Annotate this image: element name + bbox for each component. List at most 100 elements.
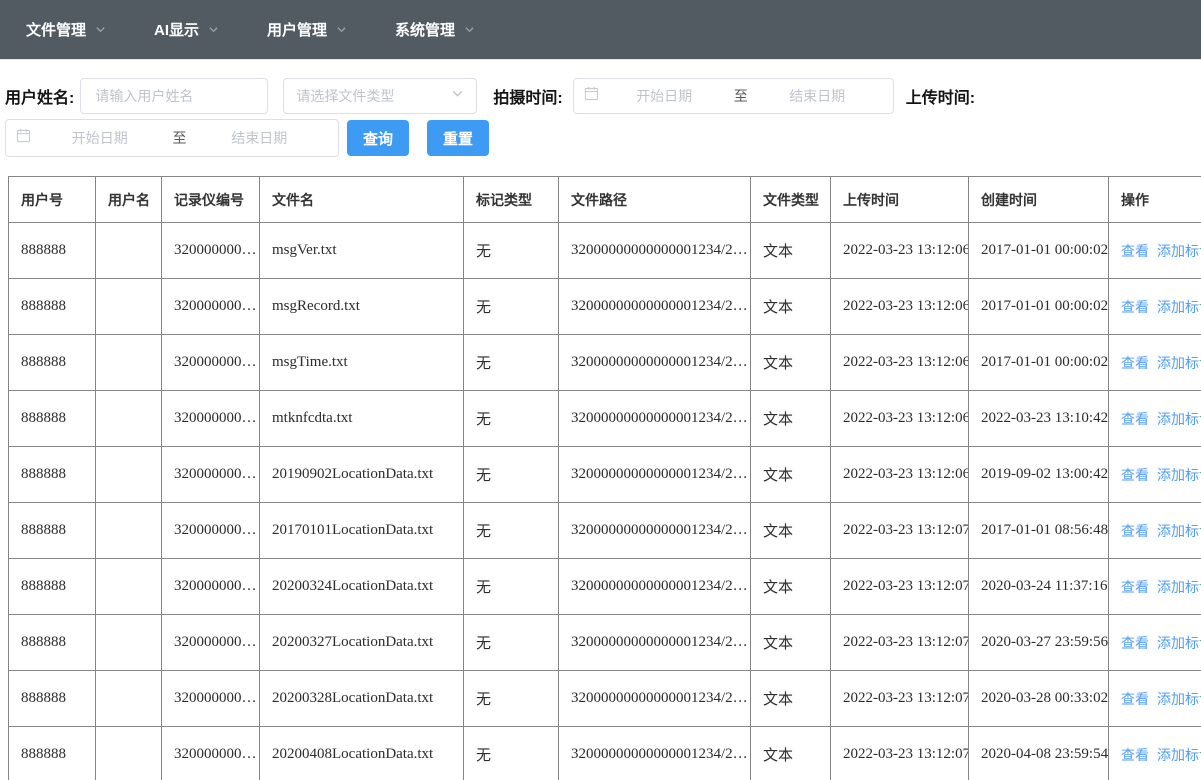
cell-file-path: 32000000000000001234/2… <box>558 446 751 503</box>
view-link[interactable]: 查看 <box>1121 355 1149 371</box>
cell-upload-time: 2022-03-23 13:12:06 <box>830 446 969 503</box>
cell-user-name <box>95 334 162 391</box>
chevron-down-icon <box>95 24 106 35</box>
cell-file-name: 20190902LocationData.txt <box>259 446 464 503</box>
cell-mark-type: 无 <box>463 614 559 671</box>
table-row: 888888 320000000… 20200328LocationData.txt… <box>8 670 1201 727</box>
nav-item-file-management[interactable]: 文件管理 <box>18 0 114 59</box>
cell-mark-type: 无 <box>463 670 559 727</box>
view-link[interactable]: 查看 <box>1121 299 1149 315</box>
cell-file-name: 20200324LocationData.txt <box>259 558 464 615</box>
cell-operation: 查看添加标记 <box>1108 390 1201 447</box>
cell-file-name: 20200327LocationData.txt <box>259 614 464 671</box>
add-mark-link[interactable]: 添加标记 <box>1157 467 1201 483</box>
add-mark-link[interactable]: 添加标记 <box>1157 579 1201 595</box>
view-link[interactable]: 查看 <box>1121 635 1149 651</box>
cell-file-name: msgVer.txt <box>259 222 464 279</box>
add-mark-link[interactable]: 添加标记 <box>1157 747 1201 763</box>
cell-file-name: 20200408LocationData.txt <box>259 726 464 780</box>
view-link[interactable]: 查看 <box>1121 523 1149 539</box>
cell-create-time: 2017-01-01 08:56:48 <box>968 502 1109 559</box>
file-type-select[interactable]: 请选择文件类型 <box>283 78 478 114</box>
add-mark-link[interactable]: 添加标记 <box>1157 411 1201 427</box>
column-header-recorder-no: 记录仪编号 <box>161 176 260 223</box>
filter-panel: 用户姓名: 请选择文件类型 拍摄时间: 开始日期 至 结束日期 上传时间: 开始… <box>0 60 1201 157</box>
nav-item-label: 用户管理 <box>267 22 328 39</box>
cell-user-id: 888888 <box>8 502 96 559</box>
cell-user-name <box>95 390 162 447</box>
user-name-input[interactable] <box>80 78 269 114</box>
view-link[interactable]: 查看 <box>1121 579 1149 595</box>
add-mark-link[interactable]: 添加标记 <box>1157 355 1201 371</box>
calendar-icon <box>584 86 599 106</box>
cell-create-time: 2017-01-01 00:00:02 <box>968 278 1109 335</box>
cell-file-type: 文本 <box>750 670 831 727</box>
add-mark-link[interactable]: 添加标记 <box>1157 523 1201 539</box>
cell-file-type: 文本 <box>750 558 831 615</box>
cell-recorder-no: 320000000… <box>161 222 260 279</box>
add-mark-link[interactable]: 添加标记 <box>1157 635 1201 651</box>
cell-mark-type: 无 <box>463 726 559 780</box>
file-table: 用户号 用户名 记录仪编号 文件名 标记类型 文件路径 文件类型 上传时间 创建时间 操作 888… <box>8 176 1201 780</box>
top-navbar: 文件管理 AI显示 用户管理 系统管理 <box>0 0 1201 60</box>
column-header-user-name: 用户名 <box>95 176 162 223</box>
end-date-placeholder: 结束日期 <box>789 88 846 104</box>
chevron-down-icon <box>451 87 464 105</box>
cell-mark-type: 无 <box>463 446 559 503</box>
nav-item-user-management[interactable]: 用户管理 <box>259 0 355 59</box>
cell-file-name: 20170101LocationData.txt <box>259 502 464 559</box>
cell-upload-time: 2022-03-23 13:12:06 <box>830 334 969 391</box>
column-header-user-id: 用户号 <box>8 176 96 223</box>
cell-file-path: 32000000000000001234/2… <box>558 334 751 391</box>
view-link[interactable]: 查看 <box>1121 467 1149 483</box>
table-row: 888888 320000000… msgTime.txt 无 320000000000… <box>8 334 1201 391</box>
calendar-icon <box>16 128 31 148</box>
user-name-label: 用户姓名: <box>5 90 75 107</box>
cell-create-time: 2020-04-08 23:59:54 <box>968 726 1109 780</box>
search-button[interactable]: 查询 <box>347 120 410 156</box>
nav-item-ai-display[interactable]: AI显示 <box>146 0 227 59</box>
date-range-separator: 至 <box>733 88 748 104</box>
cell-recorder-no: 320000000… <box>161 390 260 447</box>
nav-item-system-management[interactable]: 系统管理 <box>387 0 483 59</box>
cell-user-id: 888888 <box>8 334 96 391</box>
cell-mark-type: 无 <box>463 222 559 279</box>
cell-create-time: 2017-01-01 00:00:02 <box>968 222 1109 279</box>
cell-mark-type: 无 <box>463 502 559 559</box>
view-link[interactable]: 查看 <box>1121 691 1149 707</box>
end-date-placeholder: 结束日期 <box>231 130 288 146</box>
add-mark-link[interactable]: 添加标记 <box>1157 299 1201 315</box>
view-link[interactable]: 查看 <box>1121 747 1149 763</box>
cell-create-time: 2020-03-28 00:33:02 <box>968 670 1109 727</box>
table-row: 888888 320000000… 20200324LocationData.txt… <box>8 558 1201 615</box>
table-row: 888888 320000000… msgVer.txt 无 3200000000000… <box>8 222 1201 279</box>
cell-user-name <box>95 614 162 671</box>
shoot-time-range-picker[interactable]: 开始日期 至 结束日期 <box>572 78 894 114</box>
cell-file-path: 32000000000000001234/2… <box>558 558 751 615</box>
cell-mark-type: 无 <box>463 558 559 615</box>
add-mark-link[interactable]: 添加标记 <box>1157 243 1201 259</box>
cell-operation: 查看添加标记 <box>1108 222 1201 279</box>
cell-upload-time: 2022-03-23 13:12:07 <box>830 670 969 727</box>
reset-button[interactable]: 重置 <box>427 120 490 156</box>
view-link[interactable]: 查看 <box>1121 411 1149 427</box>
start-date-placeholder: 开始日期 <box>71 130 128 146</box>
table-row: 888888 320000000… msgRecord.txt 无 3200000000… <box>8 278 1201 335</box>
cell-upload-time: 2022-03-23 13:12:07 <box>830 726 969 780</box>
view-link[interactable]: 查看 <box>1121 243 1149 259</box>
cell-user-id: 888888 <box>8 390 96 447</box>
cell-recorder-no: 320000000… <box>161 614 260 671</box>
column-header-mark-type: 标记类型 <box>463 176 559 223</box>
cell-operation: 查看添加标记 <box>1108 334 1201 391</box>
add-mark-link[interactable]: 添加标记 <box>1157 691 1201 707</box>
upload-time-range-picker[interactable]: 开始日期 至 结束日期 <box>5 119 339 157</box>
chevron-down-icon <box>336 24 347 35</box>
start-date-placeholder: 开始日期 <box>636 88 693 104</box>
cell-file-type: 文本 <box>750 222 831 279</box>
cell-file-type: 文本 <box>750 278 831 335</box>
cell-user-name <box>95 278 162 335</box>
cell-user-id: 888888 <box>8 446 96 503</box>
cell-recorder-no: 320000000… <box>161 726 260 780</box>
cell-operation: 查看添加标记 <box>1108 614 1201 671</box>
chevron-down-icon <box>464 24 475 35</box>
